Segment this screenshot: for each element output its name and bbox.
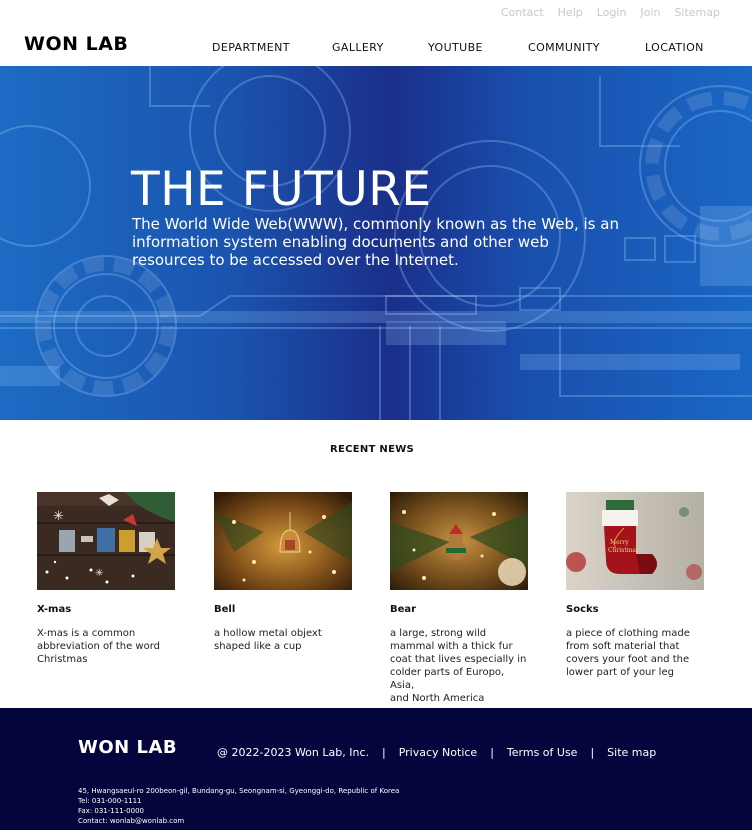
news-card-title: Bear [390,604,417,615]
footer-fax: Fax: 031-111-0000 [78,807,144,815]
footer-tel: Tel: 031-000-1111 [78,797,142,805]
footer-logo[interactable]: WON LAB [78,737,177,758]
news-card-title: Bell [214,604,236,615]
bell-ornament-image[interactable] [214,492,352,590]
svg-text:✳: ✳ [53,509,64,524]
hero-title: THE FUTURE [131,162,432,217]
news-card-text: X-mas is a common abbreviation of the wo… [37,628,161,665]
nav-item-community[interactable]: COMMUNITY [528,41,600,54]
site-footer: WON LAB @ 2022-2023 Won Lab, Inc. | Priv… [0,708,752,830]
news-card-bear[interactable]: Bear a large, strong wild mammal with a … [390,492,528,705]
footer-separator: | [590,746,595,759]
news-card-bell[interactable]: Bell a hollow metal objext shaped like a… [214,492,352,653]
util-link-contact[interactable]: Contact [501,6,544,19]
main-nav: DEPARTMENT GALLERY YOUTUBE COMMUNITY LOC… [0,41,752,55]
svg-text:Merry: Merry [610,539,629,546]
xmas-letters-image[interactable]: ✳ ✳ [37,492,175,590]
recent-news-heading: RECENT NEWS [329,444,415,455]
christmas-stocking-image[interactable]: Merry Christmas [566,492,704,590]
util-link-sitemap[interactable]: Sitemap [674,6,720,19]
bear-ornament-image[interactable] [390,492,528,590]
news-card-title: Socks [566,604,599,615]
footer-separator: | [382,746,386,759]
footer-links: @ 2022-2023 Won Lab, Inc. | Privacy Noti… [217,746,656,759]
news-card-text: a piece of clothing made from soft mater… [566,628,690,678]
news-card-text: a hollow metal objext shaped like a cup [214,628,322,652]
news-card-title: X-mas [37,604,72,615]
util-link-join[interactable]: Join [640,6,660,19]
news-card-socks[interactable]: Merry Christmas Socks a piece of clothin… [566,492,704,679]
privacy-notice-link[interactable]: Privacy Notice [399,746,477,759]
copyright-text: @ 2022-2023 Won Lab, Inc. [217,746,369,759]
footer-separator: | [490,746,494,759]
news-card-xmas[interactable]: ✳ ✳ X-mas X-mas is a common abbreviation… [37,492,175,666]
news-card-text: a large, strong wild mammal with a thick… [390,628,527,704]
svg-text:Christmas: Christmas [608,547,639,554]
hero-description: The World Wide Web(WWW), commonly known … [132,215,619,269]
util-link-login[interactable]: Login [597,6,627,19]
footer-address: 45, Hwangsaeul-ro 200beon-gil, Bundang-g… [78,787,400,795]
nav-item-gallery[interactable]: GALLERY [332,41,384,54]
util-link-help[interactable]: Help [558,6,583,19]
nav-item-department[interactable]: DEPARTMENT [212,41,290,54]
nav-item-youtube[interactable]: YOUTUBE [428,41,483,54]
footer-contact-info: 45, Hwangsaeul-ro 200beon-gil, Bundang-g… [78,786,399,826]
footer-contact-email: Contact: wonlab@wonlab.com [78,817,185,825]
terms-of-use-link[interactable]: Terms of Use [507,746,578,759]
nav-item-location[interactable]: LOCATION [645,41,704,54]
svg-text:✳: ✳ [95,568,103,579]
site-map-link[interactable]: Site map [607,746,656,759]
utility-nav: Contact Help Login Join Sitemap [501,6,720,19]
hero-banner: THE FUTURE The World Wide Web(WWW), comm… [0,66,752,420]
